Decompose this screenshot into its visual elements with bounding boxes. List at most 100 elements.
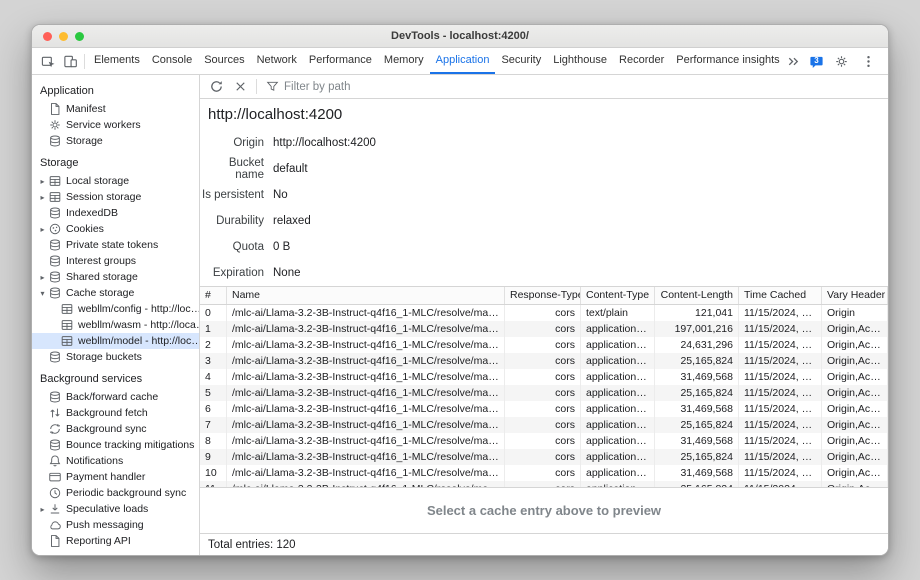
sidebar-item-speculative-loads[interactable]: ▸Speculative loads [32,501,199,517]
sidebar-item-periodic-background-sync[interactable]: Periodic background sync [32,485,199,501]
sidebar-item-storage[interactable]: Storage [32,133,199,149]
cell: application/oc… [581,417,655,433]
expand-arrow-icon[interactable]: ▸ [38,177,47,186]
tab-memory[interactable]: Memory [378,48,430,74]
column-header-response-type[interactable]: Response-Type [505,287,581,304]
sidebar-item-label: Notifications [66,455,123,467]
inspect-element-button[interactable] [37,50,59,72]
expand-arrow-icon[interactable]: ▸ [38,273,47,282]
sidebar-item-payment-handler[interactable]: Payment handler [32,469,199,485]
column-header-vary-header[interactable]: Vary Header [822,287,888,304]
cell: cors [505,305,581,321]
sidebar-item-cookies[interactable]: ▸Cookies [32,221,199,237]
table-row-7[interactable]: 7/mlc-ai/Llama-3.2-3B-Instruct-q4f16_1-M… [200,417,888,433]
tab-security[interactable]: Security [495,48,547,74]
table-row-8[interactable]: 8/mlc-ai/Llama-3.2-3B-Instruct-q4f16_1-M… [200,433,888,449]
expand-arrow-icon[interactable]: ▸ [38,505,47,514]
sidebar-item-service-workers[interactable]: Service workers [32,117,199,133]
tab-network[interactable]: Network [251,48,303,74]
sidebar-item-label: IndexedDB [66,207,118,219]
minimize-window-button[interactable] [59,32,68,41]
sidebar-item-webllm-wasm-http-loca[interactable]: webllm/wasm - http://loca… [32,317,199,333]
sidebar-item-private-state-tokens[interactable]: Private state tokens [32,237,199,253]
table-row-0[interactable]: 0/mlc-ai/Llama-3.2-3B-Instruct-q4f16_1-M… [200,305,888,321]
cookie-icon [48,222,62,236]
sidebar-item-webllm-model-http-loc[interactable]: webllm/model - http://loc… [32,333,199,349]
cell: cors [505,385,581,401]
sidebar-item-indexeddb[interactable]: IndexedDB [32,205,199,221]
sidebar-item-storage-buckets[interactable]: Storage buckets [32,349,199,365]
sidebar-item-session-storage[interactable]: ▸Session storage [32,189,199,205]
sidebar-item-cache-storage[interactable]: ▾Cache storage [32,285,199,301]
kebab-menu-button[interactable] [857,50,879,72]
table-icon [60,334,74,348]
sidebar-item-manifest[interactable]: Manifest [32,101,199,117]
sidebar-item-label: Bounce tracking mitigations [66,439,194,451]
sidebar-item-local-storage[interactable]: ▸Local storage [32,173,199,189]
sidebar-item-bounce-tracking-mitigations[interactable]: Bounce tracking mitigations [32,437,199,453]
table-icon [60,318,74,332]
sidebar-item-back-forward-cache[interactable]: Back/forward cache [32,389,199,405]
cell: 11/15/2024, 10… [739,305,822,321]
cell: 11/15/2024, 10… [739,465,822,481]
column-header-name[interactable]: Name [227,287,505,304]
tab-console[interactable]: Console [146,48,198,74]
sidebar-item-push-messaging[interactable]: Push messaging [32,517,199,533]
settings-gear-button[interactable] [830,50,852,72]
sidebar-item-notifications[interactable]: Notifications [32,453,199,469]
table-row-4[interactable]: 4/mlc-ai/Llama-3.2-3B-Instruct-q4f16_1-M… [200,369,888,385]
grid-body[interactable]: 0/mlc-ai/Llama-3.2-3B-Instruct-q4f16_1-M… [200,305,888,487]
sidebar-item-label: Background fetch [66,407,148,419]
table-row-3[interactable]: 3/mlc-ai/Llama-3.2-3B-Instruct-q4f16_1-M… [200,353,888,369]
meta-label: Is persistent [200,189,264,201]
column-header-content-length[interactable]: Content-Length [655,287,739,304]
cell: cors [505,465,581,481]
sidebar-item-background-sync[interactable]: Background sync [32,421,199,437]
cell: Origin,Access… [822,401,888,417]
cell: 2 [200,337,227,353]
inspect-icon [41,54,56,69]
column-header-content-type[interactable]: Content-Type [581,287,655,304]
expand-arrow-icon[interactable]: ▸ [38,193,47,202]
filter-input[interactable]: Filter by path [262,80,350,93]
table-icon [48,190,62,204]
database-icon [48,238,62,252]
database-icon [48,350,62,364]
delete-selected-button[interactable] [229,76,251,98]
tab-performance[interactable]: Performance [303,48,378,74]
table-row-10[interactable]: 10/mlc-ai/Llama-3.2-3B-Instruct-q4f16_1-… [200,465,888,481]
column-header-[interactable]: # [200,287,227,304]
tab-elements[interactable]: Elements [88,48,146,74]
tab-performance-insights[interactable]: Performance insights [670,48,780,74]
sidebar-item-webllm-config-http-loc[interactable]: webllm/config - http://loc… [32,301,199,317]
window-titlebar[interactable]: DevTools - localhost:4200/ [32,25,888,48]
tab-recorder[interactable]: Recorder [613,48,670,74]
cell: cors [505,321,581,337]
table-row-6[interactable]: 6/mlc-ai/Llama-3.2-3B-Instruct-q4f16_1-M… [200,401,888,417]
close-window-button[interactable] [43,32,52,41]
table-row-2[interactable]: 2/mlc-ai/Llama-3.2-3B-Instruct-q4f16_1-M… [200,337,888,353]
table-row-5[interactable]: 5/mlc-ai/Llama-3.2-3B-Instruct-q4f16_1-M… [200,385,888,401]
device-toolbar-button[interactable] [59,50,81,72]
sidebar-item-shared-storage[interactable]: ▸Shared storage [32,269,199,285]
devtools-tabbar: ElementsConsoleSourcesNetworkPerformance… [32,48,888,75]
download-icon [48,502,62,516]
tab-lighthouse[interactable]: Lighthouse [547,48,613,74]
table-row-1[interactable]: 1/mlc-ai/Llama-3.2-3B-Instruct-q4f16_1-M… [200,321,888,337]
sidebar-item-background-fetch[interactable]: Background fetch [32,405,199,421]
sidebar-item-reporting-api[interactable]: Reporting API [32,533,199,549]
column-header-time-cached[interactable]: Time Cached [739,287,822,304]
expand-arrow-icon[interactable]: ▾ [38,289,47,298]
more-tabs-button[interactable] [782,50,804,72]
cell: application/oc… [581,353,655,369]
sidebar-item-label: webllm/config - http://loc… [78,303,199,315]
tab-sources[interactable]: Sources [198,48,250,74]
zoom-window-button[interactable] [75,32,84,41]
cell: 0 [200,305,227,321]
tab-application[interactable]: Application [430,48,496,74]
sidebar-item-interest-groups[interactable]: Interest groups [32,253,199,269]
expand-arrow-icon[interactable]: ▸ [38,225,47,234]
issues-counter[interactable]: 3 [809,54,825,69]
table-row-9[interactable]: 9/mlc-ai/Llama-3.2-3B-Instruct-q4f16_1-M… [200,449,888,465]
refresh-button[interactable] [205,76,227,98]
